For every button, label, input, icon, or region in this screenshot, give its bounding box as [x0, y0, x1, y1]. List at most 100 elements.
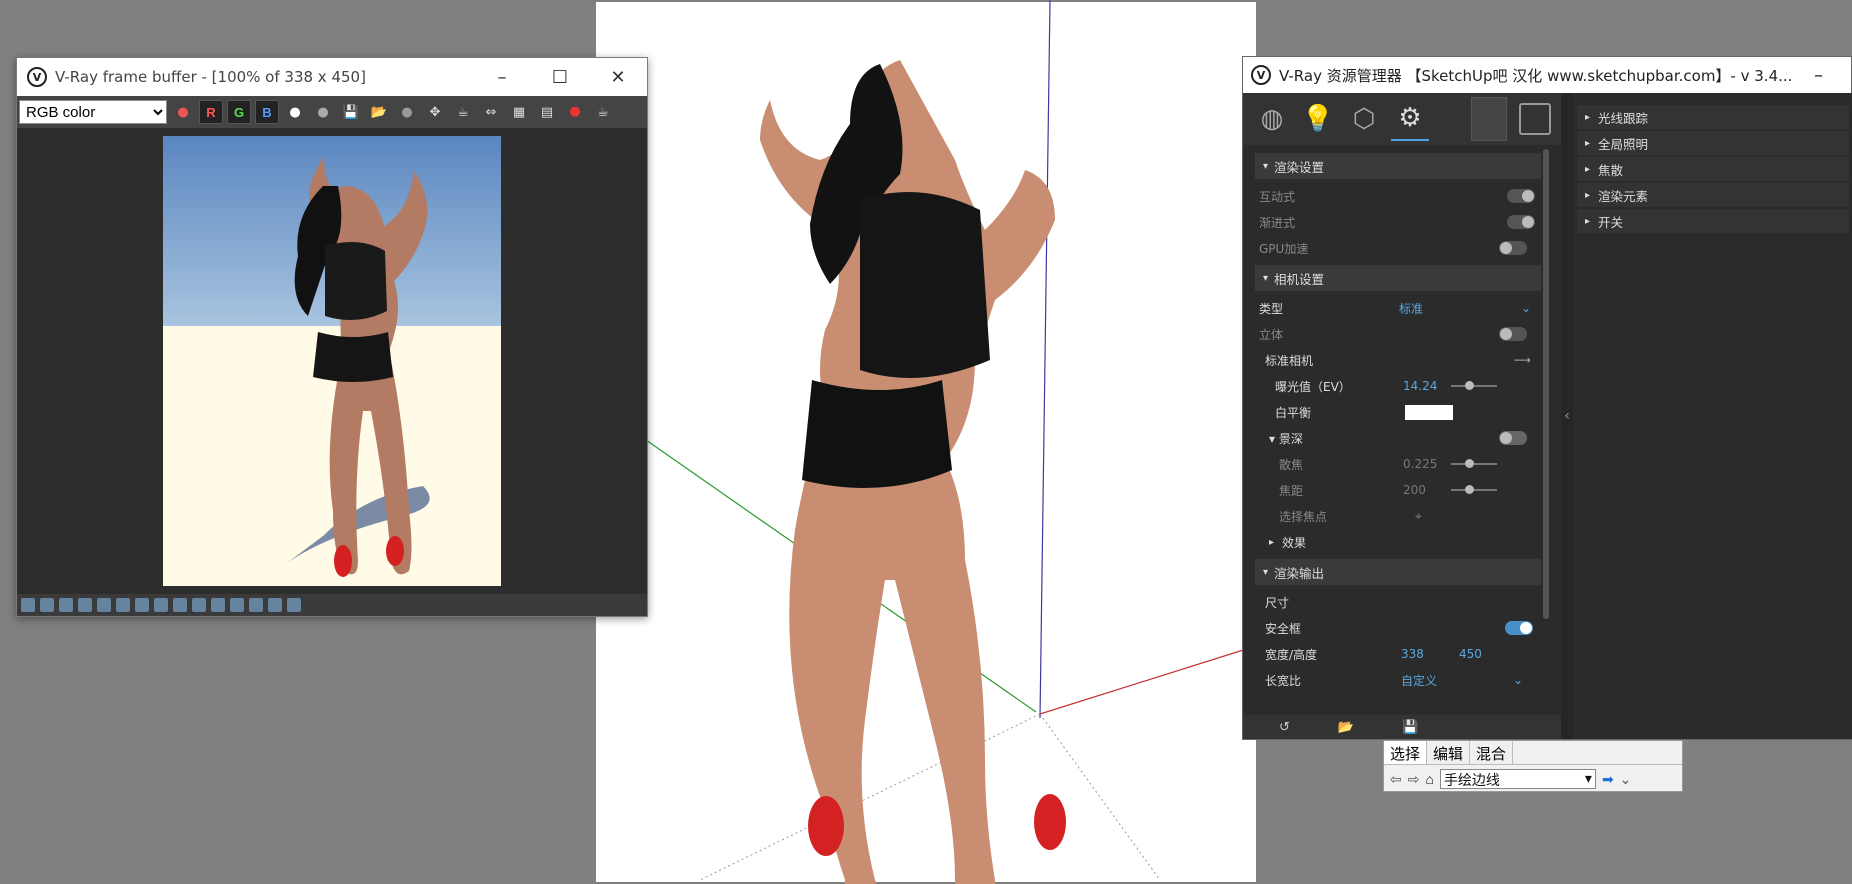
- settings-scrollbar[interactable]: [1543, 149, 1549, 619]
- aspect-value[interactable]: 自定义: [1401, 672, 1437, 689]
- settings-tab-icon[interactable]: ⚙: [1391, 97, 1429, 141]
- exposure-icon[interactable]: [154, 598, 168, 612]
- lights-tab-icon[interactable]: 💡: [1299, 97, 1337, 141]
- editor-titlebar[interactable]: V V-Ray 资源管理器 【SketchUp吧 汉化 www.sketchup…: [1243, 57, 1851, 93]
- render-icon[interactable]: ☕: [591, 100, 615, 124]
- aspect-row[interactable]: 长宽比 自定义 ⌄: [1255, 667, 1541, 693]
- tab-edit[interactable]: 编辑: [1427, 741, 1471, 764]
- alpha-white-icon[interactable]: ●: [283, 100, 307, 124]
- open-icon[interactable]: 📂: [1338, 720, 1354, 735]
- status-icon-1[interactable]: [21, 598, 35, 612]
- home-icon[interactable]: ⌂: [1425, 771, 1433, 787]
- stereo-toggle[interactable]: [1499, 327, 1527, 341]
- color-balance-icon[interactable]: [192, 598, 206, 612]
- channel-select[interactable]: RGB color: [19, 100, 167, 124]
- curves-icon[interactable]: [135, 598, 149, 612]
- raytrace-section[interactable]: 光线跟踪: [1577, 105, 1849, 129]
- exposure-value[interactable]: 14.24: [1403, 379, 1437, 393]
- gpu-toggle[interactable]: [1499, 241, 1527, 255]
- progressive-toggle[interactable]: [1507, 215, 1535, 229]
- caustics-section[interactable]: 焦散: [1577, 157, 1849, 181]
- switches-section[interactable]: 开关: [1577, 209, 1849, 233]
- save-icon[interactable]: 💾: [1402, 720, 1418, 735]
- materials-tab-icon[interactable]: ◍: [1253, 97, 1291, 141]
- render-elements-section[interactable]: 渲染元素: [1577, 183, 1849, 207]
- white-balance-swatch[interactable]: [1405, 404, 1453, 420]
- exposure-slider[interactable]: [1451, 381, 1497, 390]
- defocus-value[interactable]: 0.225: [1403, 457, 1437, 471]
- histogram-icon[interactable]: [116, 598, 130, 612]
- track-mouse-icon[interactable]: ✥: [423, 100, 447, 124]
- minimize-button[interactable]: –: [1814, 65, 1851, 86]
- vray-asset-editor-window[interactable]: V V-Ray 资源管理器 【SketchUp吧 汉化 www.sketchup…: [1242, 56, 1852, 740]
- vfb-titlebar[interactable]: V V-Ray frame buffer - [100% of 338 x 45…: [17, 58, 647, 96]
- tab-mix[interactable]: 混合: [1470, 741, 1514, 764]
- open-folder-icon[interactable]: 📂: [367, 100, 391, 124]
- clear-image-icon[interactable]: ●: [395, 100, 419, 124]
- chevron-down-icon[interactable]: ⌄: [1513, 673, 1523, 687]
- white-balance-icon[interactable]: [173, 598, 187, 612]
- reset-icon[interactable]: ↺: [1279, 720, 1290, 735]
- compare-h-icon[interactable]: [249, 598, 263, 612]
- interactive-toggle[interactable]: [1507, 189, 1535, 203]
- panel-collapse-handle[interactable]: ‹: [1561, 93, 1573, 739]
- h-icon[interactable]: [230, 598, 244, 612]
- region-icon[interactable]: ▦: [507, 100, 531, 124]
- red-channel-button[interactable]: R: [199, 100, 223, 124]
- safe-frame-toggle[interactable]: [1505, 621, 1533, 635]
- effects-subsection[interactable]: 效果: [1255, 529, 1541, 555]
- lens-icon[interactable]: [287, 598, 301, 612]
- width-value[interactable]: 338: [1401, 647, 1459, 661]
- render-output-section[interactable]: 渲染输出: [1255, 559, 1541, 585]
- editor-title: V-Ray 资源管理器 【SketchUp吧 汉化 www.sketchupba…: [1279, 66, 1793, 85]
- stop-icon[interactable]: ⬣: [563, 100, 587, 124]
- color-channels-icon[interactable]: ●: [171, 100, 195, 124]
- style-select[interactable]: 手绘边线: [1439, 769, 1596, 789]
- minimize-button[interactable]: –: [473, 67, 531, 88]
- chevron-down-icon[interactable]: ⌄: [1521, 301, 1531, 315]
- compare-icon[interactable]: ⇔: [479, 100, 503, 124]
- vray-frame-buffer-window[interactable]: V V-Ray frame buffer - [100% of 338 x 45…: [16, 57, 648, 617]
- render-interactive-icon[interactable]: [1471, 97, 1507, 141]
- blue-channel-button[interactable]: B: [255, 100, 279, 124]
- mono-icon[interactable]: ●: [311, 100, 335, 124]
- levels-icon[interactable]: [97, 598, 111, 612]
- history-icon[interactable]: ▤: [535, 100, 559, 124]
- gi-section[interactable]: 全局照明: [1577, 131, 1849, 155]
- green-channel-button[interactable]: G: [227, 100, 251, 124]
- pick-focus-row: 选择焦点 ⌖: [1255, 503, 1541, 529]
- progressive-label: 渐进式: [1259, 215, 1296, 230]
- rgb-icon[interactable]: [268, 598, 282, 612]
- lut-icon[interactable]: [78, 598, 92, 612]
- chevron-down-icon[interactable]: ⌄: [1620, 771, 1632, 788]
- render-teapot-icon[interactable]: ☕: [451, 100, 475, 124]
- arrow-right-icon[interactable]: ⟶: [1514, 353, 1531, 367]
- height-value[interactable]: 450: [1459, 647, 1482, 661]
- back-icon[interactable]: ⇦: [1390, 771, 1402, 788]
- camera-section[interactable]: 相机设置: [1255, 265, 1541, 291]
- defocus-slider[interactable]: [1451, 459, 1497, 468]
- info-icon[interactable]: [59, 598, 73, 612]
- tab-select[interactable]: 选择: [1384, 741, 1428, 764]
- crosshair-icon[interactable]: ⌖: [1415, 509, 1422, 524]
- status-icon-2[interactable]: [40, 598, 54, 612]
- vfb-title: V-Ray frame buffer - [100% of 338 x 450]: [55, 68, 366, 86]
- camera-type-row[interactable]: 类型 标准 ⌄: [1255, 295, 1541, 321]
- render-settings-section[interactable]: 渲染设置: [1255, 153, 1541, 179]
- camera-type-value[interactable]: 标准: [1399, 300, 1423, 317]
- dof-row[interactable]: ▾ 景深: [1255, 425, 1541, 451]
- maximize-button[interactable]: ☐: [531, 67, 589, 88]
- focus-slider[interactable]: [1451, 485, 1497, 494]
- dof-toggle[interactable]: [1499, 431, 1527, 445]
- style-details-icon[interactable]: ➡: [1602, 771, 1614, 788]
- progressive-row: 渐进式: [1255, 209, 1541, 235]
- background-icon[interactable]: [211, 598, 225, 612]
- white-balance-label: 白平衡: [1275, 405, 1312, 420]
- forward-icon[interactable]: ⇨: [1408, 771, 1420, 788]
- close-button[interactable]: ✕: [589, 67, 647, 88]
- save-image-icon[interactable]: 💾: [339, 100, 363, 124]
- geometry-tab-icon[interactable]: ⬡: [1345, 97, 1383, 141]
- focus-distance-value[interactable]: 200: [1403, 483, 1426, 497]
- frame-buffer-icon[interactable]: [1519, 103, 1551, 135]
- vfb-toolbar: RGB color ● R G B ● ● 💾 📂 ● ✥ ☕ ⇔ ▦ ▤ ⬣ …: [17, 96, 647, 128]
